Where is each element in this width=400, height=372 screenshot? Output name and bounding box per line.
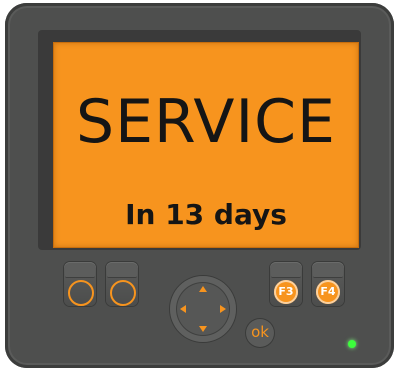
softkey-cap xyxy=(313,263,343,278)
display-subtitle: In 13 days xyxy=(125,198,287,231)
display-title: SERVICE xyxy=(76,87,336,157)
softkey-f1[interactable] xyxy=(64,262,96,306)
softkey-f3[interactable]: F3 xyxy=(270,262,302,306)
down-arrow-icon[interactable] xyxy=(199,326,207,332)
circle-icon xyxy=(68,280,94,306)
f4-key-icon: F4 xyxy=(316,280,340,304)
softkey-cap xyxy=(271,263,301,278)
softkey-f4[interactable]: F4 xyxy=(312,262,344,306)
f3-key-icon: F3 xyxy=(274,280,298,304)
lcd-display: SERVICE In 13 days xyxy=(53,42,359,248)
softkey-f2[interactable] xyxy=(106,262,138,306)
circle-icon xyxy=(110,280,136,306)
status-led xyxy=(348,340,356,348)
directional-pad[interactable] xyxy=(170,276,236,342)
ok-button[interactable]: ok xyxy=(246,319,274,347)
softkey-cap xyxy=(65,263,95,278)
up-arrow-icon[interactable] xyxy=(199,286,207,292)
left-arrow-icon[interactable] xyxy=(180,305,186,313)
right-arrow-icon[interactable] xyxy=(220,305,226,313)
softkey-cap xyxy=(107,263,137,278)
